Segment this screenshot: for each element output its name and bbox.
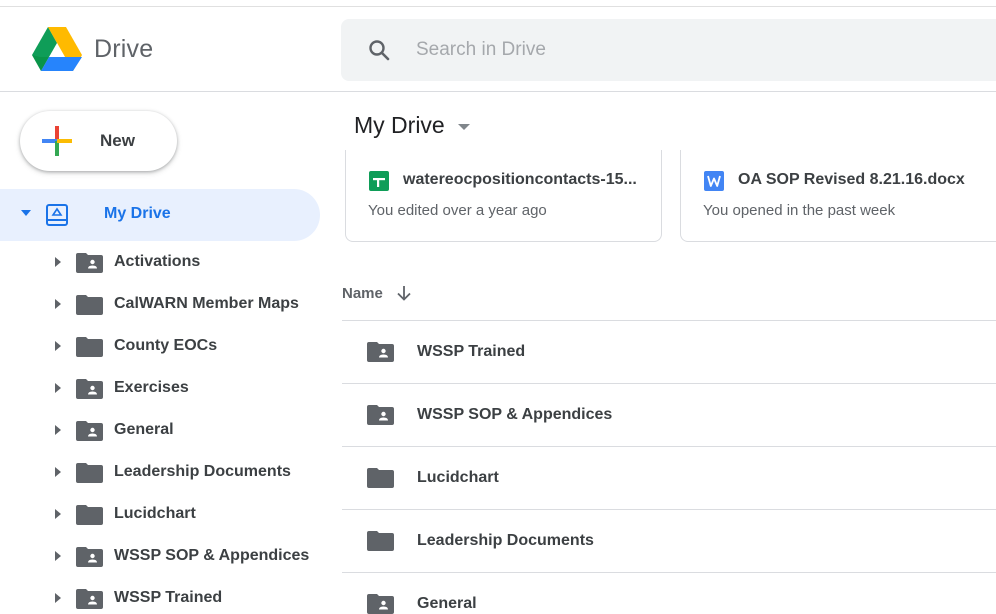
file-name: WSSP SOP & Appendices bbox=[417, 406, 613, 423]
file-row[interactable]: WSSP Trained bbox=[342, 321, 996, 383]
sidebar-item-county-eocs[interactable]: County EOCs bbox=[0, 326, 320, 366]
expand-triangle-icon[interactable] bbox=[55, 383, 61, 393]
arrow-down-icon[interactable] bbox=[396, 284, 412, 302]
sidebar-item-label: Activations bbox=[114, 253, 201, 270]
sort-by-name-header[interactable]: Name bbox=[342, 284, 412, 302]
top-border bbox=[0, 6, 996, 7]
word-doc-icon bbox=[704, 171, 724, 191]
sidebar-item-label: County EOCs bbox=[114, 337, 218, 354]
shared-folder-icon bbox=[76, 253, 103, 273]
google-drive-logo-icon bbox=[32, 27, 82, 71]
shared-folder-icon bbox=[76, 547, 103, 567]
drive-logo[interactable]: Drive bbox=[32, 27, 153, 71]
quick-access-subtitle: You edited over a year ago bbox=[368, 202, 547, 219]
sidebar-item-calwarn-member-maps[interactable]: CalWARN Member Maps bbox=[0, 284, 320, 324]
sidebar-item-general[interactable]: General bbox=[0, 410, 320, 450]
google-sheets-icon bbox=[369, 171, 389, 191]
sidebar-item-exercises[interactable]: Exercises bbox=[0, 368, 320, 408]
sidebar-item-label: Exercises bbox=[114, 379, 189, 396]
folder-icon bbox=[367, 531, 394, 551]
sidebar-item-activations[interactable]: Activations bbox=[0, 242, 320, 282]
expand-triangle-icon[interactable] bbox=[55, 593, 61, 603]
sidebar-item-label: Lucidchart bbox=[114, 505, 196, 522]
expand-triangle-icon[interactable] bbox=[55, 425, 61, 435]
expand-caret-icon[interactable] bbox=[21, 210, 31, 216]
search-bar[interactable] bbox=[341, 19, 996, 81]
quick-access-file-name: OA SOP Revised 8.21.16.docx bbox=[738, 171, 965, 188]
file-row[interactable]: WSSP SOP & Appendices bbox=[342, 384, 996, 446]
sidebar-item-label: My Drive bbox=[104, 205, 171, 222]
sidebar-item-wssp-sop-appendices[interactable]: WSSP SOP & Appendices bbox=[0, 536, 320, 576]
sidebar-item-label: WSSP Trained bbox=[114, 589, 223, 606]
sidebar-item-label: Leadership Documents bbox=[114, 463, 291, 480]
location-dropdown[interactable]: My Drive bbox=[354, 112, 470, 139]
folder-icon bbox=[367, 468, 394, 488]
folder-icon bbox=[76, 505, 103, 525]
quick-access-card[interactable]: watereocpositioncontacts-15... You edite… bbox=[345, 150, 662, 242]
search-icon[interactable] bbox=[366, 37, 392, 63]
file-name: WSSP Trained bbox=[417, 343, 526, 360]
shared-folder-icon bbox=[76, 379, 103, 399]
new-button[interactable]: New bbox=[20, 111, 177, 171]
sidebar-item-label: WSSP SOP & Appendices bbox=[114, 547, 310, 564]
sidebar-item-leadership-documents[interactable]: Leadership Documents bbox=[0, 452, 320, 492]
file-row[interactable]: General bbox=[342, 573, 996, 614]
quick-access-subtitle: You opened in the past week bbox=[703, 202, 896, 219]
quick-access-file-name: watereocpositioncontacts-15... bbox=[403, 171, 637, 188]
search-input[interactable] bbox=[416, 39, 816, 61]
expand-triangle-icon[interactable] bbox=[55, 509, 61, 519]
file-name: General bbox=[417, 595, 477, 612]
sidebar-item-label: CalWARN Member Maps bbox=[114, 295, 299, 312]
sidebar-item-wssp-trained[interactable]: WSSP Trained bbox=[0, 578, 320, 614]
expand-triangle-icon[interactable] bbox=[55, 551, 61, 561]
plus-icon bbox=[42, 126, 72, 156]
expand-triangle-icon[interactable] bbox=[55, 467, 61, 477]
shared-folder-icon bbox=[76, 589, 103, 609]
sidebar-item-lucidchart[interactable]: Lucidchart bbox=[0, 494, 320, 534]
new-button-label: New bbox=[100, 131, 135, 150]
sidebar-item-my-drive[interactable]: My Drive bbox=[0, 189, 320, 241]
expand-triangle-icon[interactable] bbox=[55, 341, 61, 351]
file-row[interactable]: Leadership Documents bbox=[342, 510, 996, 572]
file-name: Leadership Documents bbox=[417, 532, 594, 549]
header-divider bbox=[0, 91, 996, 92]
shared-folder-icon bbox=[367, 594, 394, 614]
shared-folder-icon bbox=[367, 342, 394, 362]
my-drive-icon bbox=[46, 204, 68, 226]
sidebar-item-label: General bbox=[114, 421, 174, 438]
quick-access-card[interactable]: OA SOP Revised 8.21.16.docx You opened i… bbox=[680, 150, 996, 242]
page-title: My Drive bbox=[354, 112, 445, 138]
column-header-name: Name bbox=[342, 284, 383, 302]
expand-triangle-icon[interactable] bbox=[55, 257, 61, 267]
file-name: Lucidchart bbox=[417, 469, 499, 486]
shared-folder-icon bbox=[367, 405, 394, 425]
folder-icon bbox=[76, 463, 103, 483]
file-row[interactable]: Lucidchart bbox=[342, 447, 996, 509]
app-title: Drive bbox=[94, 34, 154, 63]
shared-folder-icon bbox=[76, 421, 103, 441]
folder-icon bbox=[76, 337, 103, 357]
folder-icon bbox=[76, 295, 103, 315]
expand-triangle-icon[interactable] bbox=[55, 299, 61, 309]
dropdown-arrow-icon bbox=[457, 124, 470, 130]
